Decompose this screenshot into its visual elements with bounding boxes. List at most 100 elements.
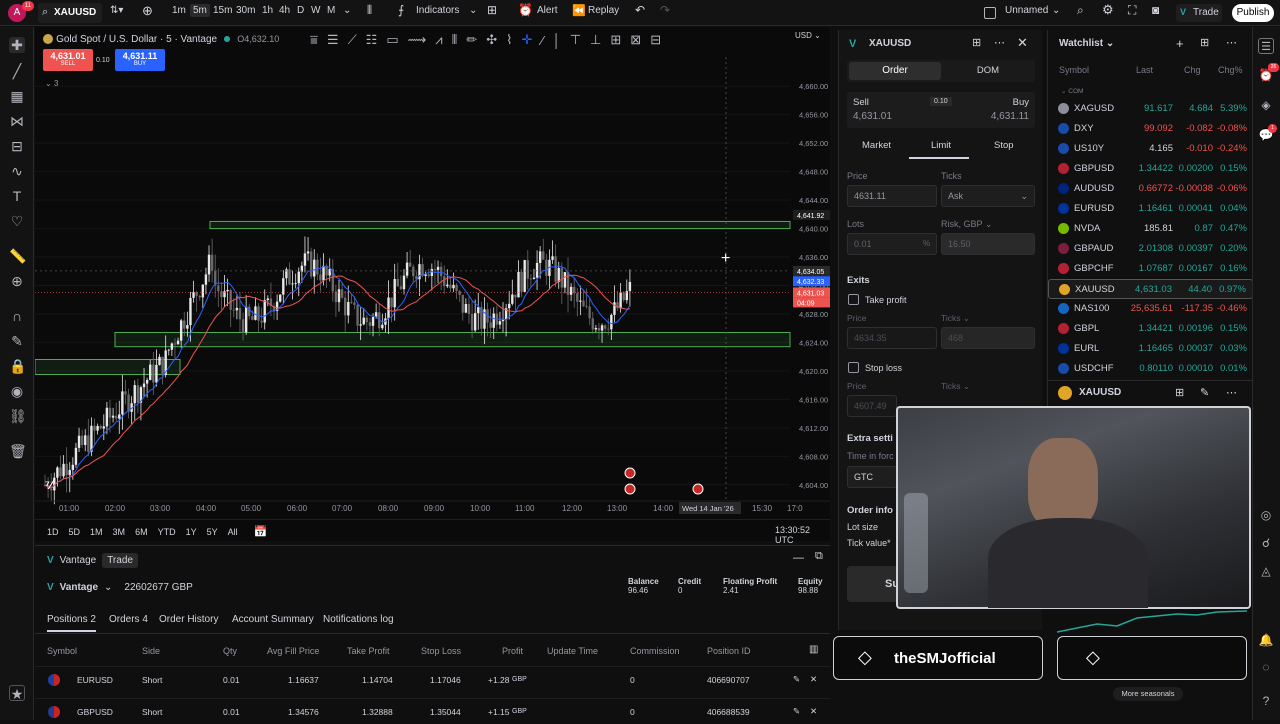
target-icon[interactable]: ◎ bbox=[1258, 507, 1274, 523]
indicators-button[interactable]: Indicators bbox=[416, 5, 459, 16]
help-icon[interactable]: ? bbox=[1258, 693, 1274, 709]
broadcast-icon[interactable]: ◌ bbox=[1258, 659, 1274, 675]
watchlist-row[interactable]: GBPUSD 1.34422 0.00200 0.15% bbox=[1048, 159, 1253, 179]
tab-order-history[interactable]: Order History bbox=[159, 614, 218, 625]
ray-icon[interactable]: ⟋ bbox=[348, 32, 357, 48]
watchlist-row[interactable]: AUDUSD 0.66772 -0.00038 -0.06% bbox=[1048, 179, 1253, 199]
layout-icon[interactable] bbox=[984, 7, 996, 19]
add-symbol-icon[interactable]: ⊕ bbox=[142, 3, 153, 19]
indicators-icon[interactable]: ⨍ bbox=[398, 3, 404, 17]
tab-order[interactable]: Order bbox=[849, 62, 941, 80]
trade-tab[interactable]: Trade bbox=[102, 553, 138, 568]
time-in-force-select[interactable] bbox=[847, 466, 897, 488]
crosshair-icon[interactable]: ✚ bbox=[9, 37, 25, 53]
bell-icon[interactable]: 🔔 bbox=[1258, 632, 1274, 648]
ticks-select[interactable]: Ask ⌄ bbox=[941, 185, 1035, 207]
interval-4h[interactable]: 4h bbox=[279, 5, 290, 16]
quick-sell-button[interactable]: 4,631.01 SELL bbox=[43, 49, 93, 71]
col-chg[interactable]: Chg bbox=[1184, 65, 1201, 75]
type-limit[interactable]: Limit bbox=[931, 140, 951, 151]
fib-icon[interactable]: ▦ bbox=[9, 88, 25, 104]
long-position-icon[interactable]: ⊤ bbox=[570, 32, 581, 48]
layout-name[interactable]: Unnamed bbox=[1005, 5, 1048, 16]
alert-icon[interactable]: ⏰ bbox=[518, 3, 533, 17]
camera-icon[interactable]: ◙ bbox=[1152, 3, 1159, 17]
redo-icon[interactable]: ↷ bbox=[660, 3, 670, 17]
range-1m[interactable]: 1M bbox=[90, 527, 103, 537]
interval-15m[interactable]: 15m bbox=[213, 5, 232, 16]
col-profit[interactable]: Profit bbox=[502, 646, 523, 656]
quick-search-icon[interactable]: ⌕ bbox=[1077, 3, 1084, 18]
col-update-time[interactable]: Update Time bbox=[547, 646, 598, 656]
chart-area[interactable]: 4,660.00 4,656.00 4,652.00 4,648.00 4,644.00… bbox=[35, 27, 830, 541]
price-range-icon[interactable]: ⊥ bbox=[590, 32, 601, 48]
range-5y[interactable]: 5Y bbox=[207, 527, 218, 537]
close-icon[interactable]: ✕ bbox=[810, 674, 817, 685]
vertical-line-icon[interactable]: │ bbox=[553, 33, 561, 48]
interval-d[interactable]: D bbox=[297, 5, 304, 16]
projection-icon[interactable]: ⊟ bbox=[9, 138, 25, 154]
watchlist-row[interactable]: EURL 1.16465 0.00037 0.03% bbox=[1048, 339, 1253, 359]
interval-1m[interactable]: 1m bbox=[172, 5, 186, 16]
watchlist-row[interactable]: US10Y 4.165 -0.010 -0.24% bbox=[1048, 139, 1253, 159]
watchlist-row[interactable]: GBPCHF 1.07687 0.00167 0.16% bbox=[1048, 259, 1253, 279]
utc-clock[interactable]: 13:30:52 UTC bbox=[775, 525, 830, 545]
tab-dom[interactable]: DOM bbox=[943, 62, 1033, 80]
symbol-search[interactable]: ⌕ XAUUSD bbox=[38, 3, 102, 23]
col-qty[interactable]: Qty bbox=[223, 646, 237, 656]
risk-input[interactable] bbox=[941, 233, 1035, 255]
interval-w[interactable]: W bbox=[311, 5, 320, 16]
alert-button[interactable]: Alert bbox=[537, 5, 558, 16]
path-node-icon[interactable]: ✣ bbox=[486, 32, 497, 48]
grid-icon[interactable]: ⊟ bbox=[650, 32, 661, 48]
interval-1h[interactable]: 1h bbox=[262, 5, 273, 16]
ruler-icon[interactable]: 📏 bbox=[9, 248, 26, 264]
pulse-icon[interactable]: ☌ bbox=[1258, 535, 1274, 551]
more-icon[interactable]: ⋯ bbox=[994, 36, 1005, 49]
buy-price[interactable]: 4,631.11 bbox=[991, 111, 1029, 122]
stop-loss-label[interactable]: Stop loss bbox=[865, 363, 902, 373]
tab-account-summary[interactable]: Account Summary bbox=[232, 614, 314, 625]
col-commission[interactable]: Commission bbox=[630, 646, 680, 656]
sell-label[interactable]: Sell bbox=[853, 97, 869, 108]
stop-loss-checkbox[interactable] bbox=[848, 362, 859, 373]
watchlist-layout-icon[interactable]: ⊞ bbox=[1200, 36, 1209, 49]
trend-line-icon[interactable]: ╱ bbox=[9, 63, 25, 79]
horizontal-ray-icon[interactable]: ☰ bbox=[327, 32, 339, 48]
range-3m[interactable]: 3M bbox=[113, 527, 126, 537]
type-stop[interactable]: Stop bbox=[994, 140, 1014, 151]
rectangle-icon[interactable]: ▭ bbox=[386, 32, 398, 48]
price-input[interactable] bbox=[847, 185, 937, 207]
chevron-down-icon[interactable]: ⌄ bbox=[469, 5, 477, 16]
watchlist-row[interactable]: GBPL 1.34421 0.00196 0.15% bbox=[1048, 319, 1253, 339]
templates-icon[interactable]: ⊞ bbox=[487, 3, 497, 17]
watchlist-row[interactable]: USDCHF 0.80110 0.00010 0.01% bbox=[1048, 359, 1253, 379]
type-market[interactable]: Market bbox=[862, 140, 891, 151]
tab-orders[interactable]: Orders 4 bbox=[109, 614, 148, 625]
close-icon[interactable]: ✕ bbox=[1017, 35, 1028, 51]
col-side[interactable]: Side bbox=[142, 646, 160, 656]
chevron-down-icon[interactable]: ⌄ bbox=[343, 5, 351, 16]
edit-icon[interactable]: ✎ bbox=[1200, 386, 1209, 399]
risk-label[interactable]: Risk, GBP ⌄ bbox=[941, 219, 992, 230]
section-header[interactable]: ⌄ COM bbox=[1061, 87, 1083, 95]
edit-icon[interactable]: ✎ bbox=[793, 674, 800, 685]
watchlist-row[interactable]: NAS100 25,635.61 -117.35 -0.46% bbox=[1048, 299, 1253, 319]
take-profit-label[interactable]: Take profit bbox=[865, 295, 907, 305]
add-symbol-icon[interactable]: + bbox=[1176, 36, 1184, 51]
candles-type-icon[interactable]: ⫴ bbox=[367, 3, 372, 18]
tab-positions[interactable]: Positions 2 bbox=[47, 614, 96, 632]
table-row[interactable]: GBPUSD Short 0.01 1.34576 1.32888 1.3504… bbox=[35, 698, 830, 724]
bars-pattern-icon[interactable]: ⦀ bbox=[452, 32, 458, 48]
col-avg-fill[interactable]: Avg Fill Price bbox=[267, 646, 319, 656]
replay-icon[interactable]: ⏪ bbox=[572, 4, 586, 17]
favorites-icon[interactable]: ★ bbox=[9, 685, 25, 702]
link-icon[interactable]: ⛓ bbox=[9, 408, 27, 424]
col-last[interactable]: Last bbox=[1136, 65, 1153, 75]
pencil-icon[interactable]: ✏ bbox=[466, 32, 477, 48]
fullscreen-icon[interactable]: ⛶ bbox=[1128, 3, 1136, 18]
forecast-icon[interactable]: ⊠ bbox=[630, 32, 641, 48]
range-6m[interactable]: 6M bbox=[135, 527, 148, 537]
buy-label[interactable]: Buy bbox=[1013, 97, 1029, 108]
chevron-down-icon[interactable]: ⌄ bbox=[1052, 5, 1060, 16]
